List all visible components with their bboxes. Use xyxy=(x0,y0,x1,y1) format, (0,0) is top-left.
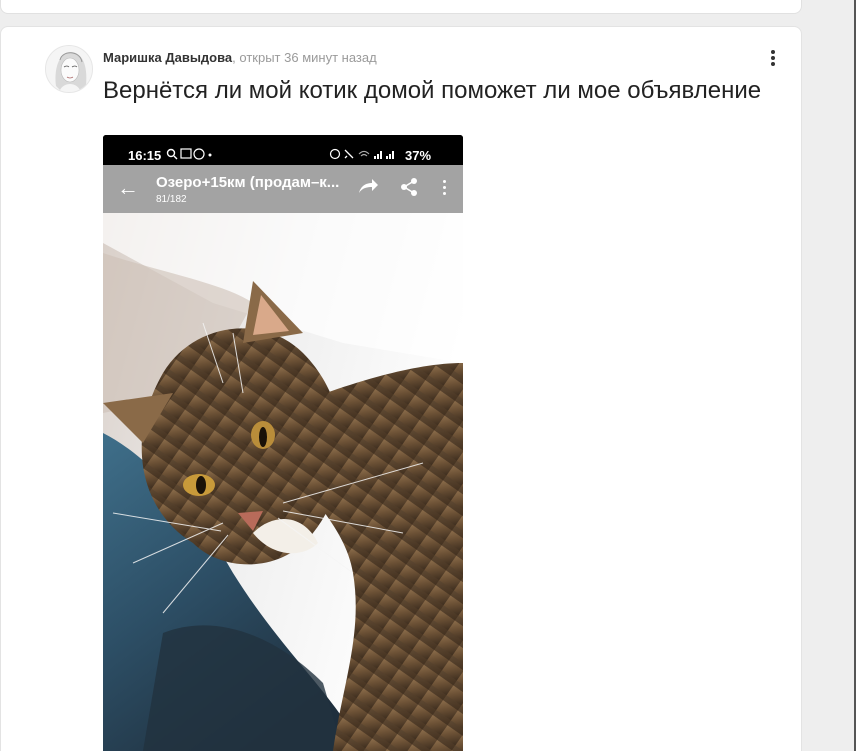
cat-photo xyxy=(103,213,463,751)
status-icons-left xyxy=(166,148,214,163)
post-title: Вернётся ли мой котик домой поможет ли м… xyxy=(103,77,762,104)
more-vertical-icon[interactable] xyxy=(763,48,783,68)
avatar[interactable] xyxy=(45,45,93,93)
more-vertical-icon xyxy=(443,180,447,195)
share-icon xyxy=(400,177,418,202)
forward-icon xyxy=(357,177,379,200)
author-name[interactable]: Маришка Давыдова xyxy=(103,50,232,65)
app-counter: 81/182 xyxy=(156,194,187,205)
previous-post-card xyxy=(0,0,802,14)
post-image[interactable]: 16:15 37% ← Озеро+15км (продам–к... 81/1… xyxy=(103,135,463,751)
phone-status-bar: 16:15 37% xyxy=(103,135,463,165)
status-battery: 37% xyxy=(405,148,432,163)
post-meta: Маришка Давыдова, открыт 36 минут назад xyxy=(103,50,377,66)
status-icons-right xyxy=(329,148,401,163)
arrow-back-icon: ← xyxy=(117,175,139,200)
opened-time: , открыт 36 минут назад xyxy=(232,50,377,65)
page: Маришка Давыдова, открыт 36 минут назад … xyxy=(0,0,856,751)
app-title: Озеро+15км (продам–к... xyxy=(156,174,340,191)
phone-app-bar: ← Озеро+15км (продам–к... 81/182 xyxy=(103,165,463,213)
status-time: 16:15 xyxy=(128,148,162,163)
